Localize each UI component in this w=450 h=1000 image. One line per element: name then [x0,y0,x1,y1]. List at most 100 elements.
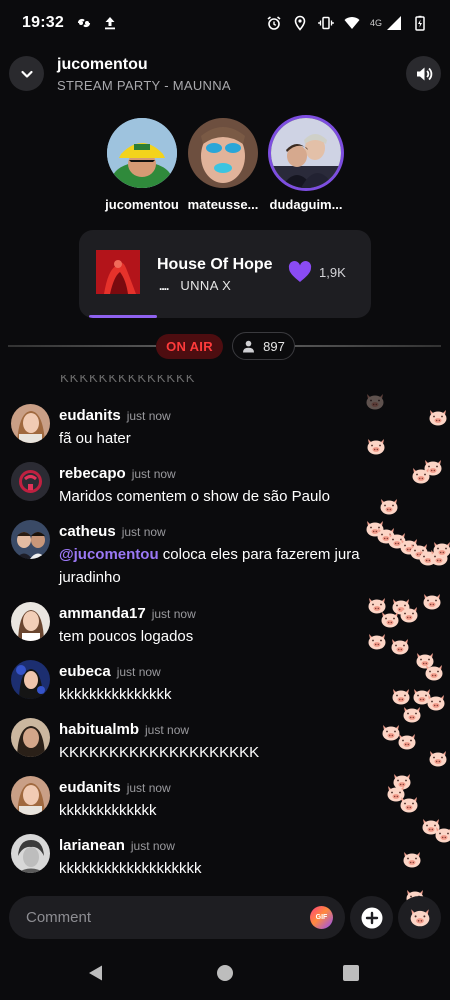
pig-reaction-icon [365,393,385,410]
message-time: just now [126,409,171,423]
collapse-button[interactable] [9,56,44,91]
chat-text: @jucomentou coloca eles para fazerem jur… [59,543,379,589]
avatar[interactable] [11,520,50,559]
reaction-button[interactable] [398,896,441,939]
like-count: 1,9K [319,264,346,280]
add-button[interactable] [350,896,393,939]
equalizer-icon: .... [159,278,169,293]
track-progress-bar [89,315,157,318]
pig-reaction-icon [399,796,419,813]
message-time: just now [131,467,176,481]
comment-input[interactable] [9,896,345,939]
avatar [271,118,341,188]
viewer-count-badge[interactable]: 897 [232,332,295,360]
message-time: just now [121,525,166,539]
pig-reaction-icon [402,706,422,723]
gif-button[interactable]: GIF [310,906,333,929]
chat-username[interactable]: eudanits just now [59,779,171,796]
chat-username[interactable]: catheus just now [59,523,166,540]
host-name[interactable]: jucomentou [57,56,148,74]
avatar[interactable] [11,602,50,641]
recents-button[interactable] [343,965,359,981]
avatar[interactable] [11,834,50,873]
chat-username[interactable]: rebecapo just now [59,465,176,482]
chat-username[interactable]: eudanits just now [59,407,171,424]
chat-message-cutoff: KKKKKKKKKKKKKK [60,375,196,385]
avatar[interactable] [11,462,50,501]
pig-reaction-icon [397,733,417,750]
pig-reaction-icon [432,541,450,558]
on-air-badge: ON AIR [156,334,223,359]
status-bar: 19:32 4G [0,0,450,46]
pig-reaction-icon [428,409,448,426]
divider [8,345,156,347]
upload-icon [102,15,118,31]
pig-reaction-icon [391,688,411,705]
message-time: just now [145,723,190,737]
vibrate-icon [318,15,334,31]
username-text: eubeca [59,663,111,680]
pig-reaction-icon [426,694,446,711]
mention-link[interactable]: @jucomentou [59,546,159,563]
divider [295,345,441,347]
pig-reaction-icon [422,593,442,610]
avatar[interactable] [11,404,50,443]
location-icon [292,15,308,31]
chat-username[interactable]: eubeca just now [59,663,161,680]
album-cover [96,250,140,294]
pig-face-icon [410,909,429,927]
track-artist: UNNA X [180,278,232,293]
network-type: 4G [369,18,382,28]
volume-button[interactable] [406,56,441,91]
pig-reaction-icon [399,606,419,623]
pig-reaction-icon [390,638,410,655]
now-playing-card[interactable]: House Of Hope .... UNNA X 1,9K [79,230,371,318]
chat-text: kkkkkkkkkkkkk [59,802,157,819]
like-control[interactable]: 1,9K [288,261,346,283]
chat-text: fã ou hater [59,430,131,447]
username-text: larianean [59,837,125,854]
username-text: eudanits [59,407,121,424]
pig-reaction-icon [367,633,387,650]
stream-subtitle: STREAM PARTY - MAUNNA [57,78,231,93]
comment-box[interactable]: GIF [9,896,345,939]
username-text: rebecapo [59,465,126,482]
viewer-count: 897 [263,338,285,354]
status-time: 19:32 [22,14,64,31]
back-triangle-icon [89,965,102,981]
pig-reaction-icon [428,750,448,767]
heart-icon[interactable] [288,261,312,283]
avatar[interactable] [11,776,50,815]
message-time: just now [126,781,171,795]
participant[interactable]: mateusse... [175,118,271,212]
chat-username[interactable]: ammanda17 just now [59,605,196,622]
avatar [188,118,258,188]
avatar[interactable] [11,660,50,699]
pig-reaction-icon [434,826,450,843]
stream-header: jucomentou STREAM PARTY - MAUNNA [0,52,450,98]
track-artist-row: .... UNNA X [159,278,231,293]
pig-reaction-icon [379,498,399,515]
alarm-icon [266,15,282,31]
pig-reaction-icon [366,438,386,455]
chat-text: Maridos comentem o show de são Paulo [59,488,330,505]
chat-text: tem poucos logados [59,628,194,645]
battery-icon [412,15,428,31]
participant[interactable]: dudaguim... [258,118,354,212]
home-button[interactable] [217,965,233,981]
username-text: ammanda17 [59,605,146,622]
username-text: catheus [59,523,116,540]
back-button[interactable] [87,964,105,987]
chat-text: KKKKKKKKKKKKKKKKKKKK [59,744,260,761]
chat-username[interactable]: larianean just now [59,837,175,854]
speaker-icon [416,67,432,80]
message-time: just now [116,665,161,679]
avatar[interactable] [11,718,50,757]
wifi-icon [344,15,360,31]
sync-icon [76,15,92,31]
pig-reaction-icon [424,664,444,681]
status-left-icons [76,15,118,31]
pig-reaction-icon [411,467,431,484]
chevron-down-icon [20,70,33,78]
chat-username[interactable]: habitualmb just now [59,721,189,738]
